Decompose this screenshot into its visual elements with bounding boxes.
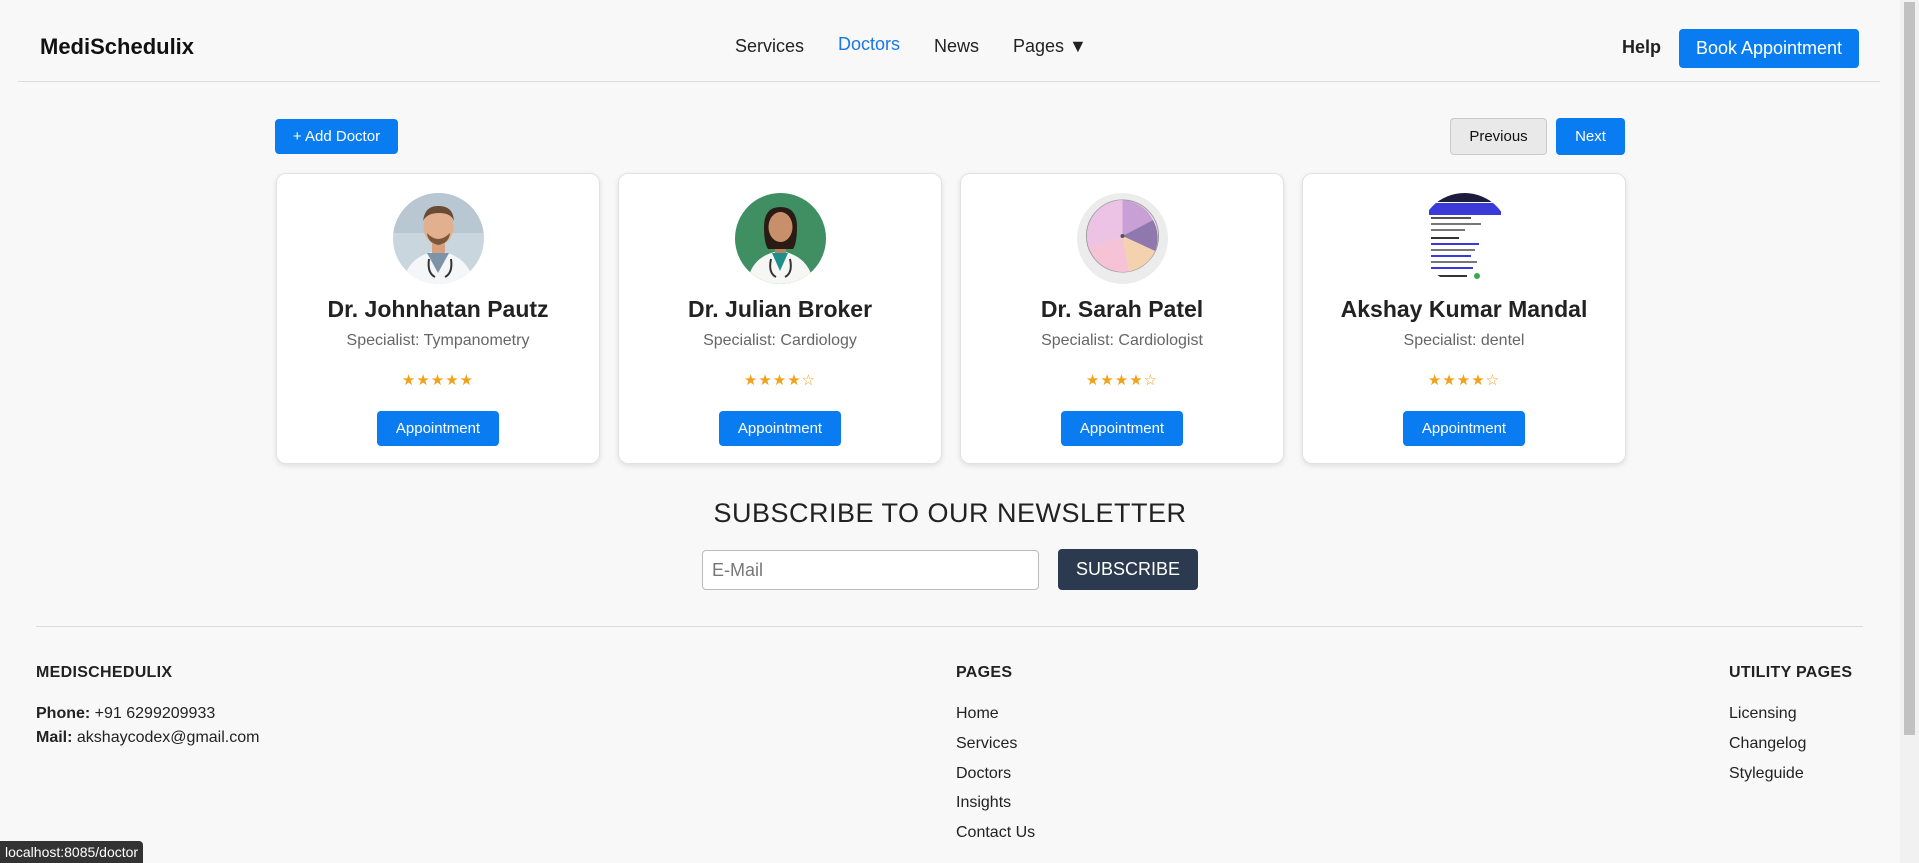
mail-address: akshaycodex@gmail.com (76, 729, 260, 746)
subscribe-button[interactable]: SUBSCRIBE (1058, 549, 1198, 590)
rating-stars: ★★★★☆ (743, 371, 817, 389)
doctor-specialty: Specialist: Cardiology (703, 332, 857, 349)
appointment-button[interactable]: Appointment (719, 411, 841, 446)
nav-news[interactable]: News (934, 36, 979, 57)
footer-link-insights[interactable]: Insights (956, 794, 1011, 812)
footer-phone: Phone: +91 6299209933 (36, 705, 215, 723)
doctor-specialty: Specialist: dentel (1403, 332, 1525, 349)
doctor-card: Dr. Julian Broker Specialist: Cardiology… (618, 173, 942, 464)
doctor-name: Dr. Julian Broker (687, 296, 873, 322)
rating-stars: ★★★★☆ (1427, 371, 1501, 389)
doctor-card: Dr. Sarah Patel Specialist: Cardiologist… (960, 173, 1284, 464)
appointment-button[interactable]: Appointment (1061, 411, 1183, 446)
scrollbar-thumb[interactable] (1904, 2, 1915, 735)
top-navbar: MediSchedulix Services Doctors News Page… (18, 0, 1880, 82)
footer-divider (36, 626, 1863, 627)
footer-mail: Mail: akshaycodex@gmail.com (36, 729, 259, 747)
appointment-button[interactable]: Appointment (1403, 411, 1525, 446)
email-input[interactable] (702, 550, 1039, 590)
doctor-photo (735, 193, 826, 284)
footer-link-licensing[interactable]: Licensing (1729, 705, 1797, 723)
nav-services[interactable]: Services (735, 36, 804, 57)
footer-link-home[interactable]: Home (956, 705, 999, 723)
doctor-name: Akshay Kumar Mandal (1340, 296, 1588, 322)
doctor-card: Dr. Johnhatan Pautz Specialist: Tympanom… (276, 173, 600, 464)
book-appointment-button[interactable]: Book Appointment (1679, 29, 1859, 68)
footer-link-changelog[interactable]: Changelog (1729, 735, 1806, 753)
rating-stars: ★★★★☆ (1085, 371, 1159, 389)
phone-label: Phone: (36, 705, 91, 722)
footer-link-styleguide[interactable]: Styleguide (1729, 765, 1804, 783)
footer-link-contact[interactable]: Contact Us (956, 824, 1035, 842)
nav-pages-dropdown[interactable]: Pages ▼ (1013, 36, 1087, 57)
footer-pages-heading: PAGES (956, 664, 1013, 681)
newsletter-title: SUBSCRIBE TO OUR NEWSLETTER (713, 498, 1187, 528)
doctor-specialty: Specialist: Tympanometry (346, 332, 530, 349)
rating-stars: ★★★★★ (401, 371, 475, 389)
footer-utility-heading: UTILITY PAGES (1729, 664, 1853, 681)
next-button[interactable]: Next (1556, 118, 1625, 155)
footer-brand-heading: MEDISCHEDULIX (36, 664, 173, 681)
previous-button[interactable]: Previous (1450, 118, 1547, 155)
mail-label: Mail: (36, 729, 73, 746)
doctor-name: Dr. Sarah Patel (1040, 296, 1204, 322)
doctor-card: Akshay Kumar Mandal Specialist: dentel ★… (1302, 173, 1626, 464)
page-scrollbar[interactable] (1900, 0, 1919, 863)
doctor-specialty: Specialist: Cardiologist (1041, 332, 1203, 349)
help-link[interactable]: Help (1622, 37, 1661, 58)
doctor-photo (393, 193, 484, 284)
add-doctor-button[interactable]: + Add Doctor (275, 119, 398, 154)
doctor-name: Dr. Johnhatan Pautz (327, 296, 549, 322)
link-status-bar: localhost:8085/doctor (0, 841, 144, 863)
phone-number: +91 6299209933 (94, 705, 216, 722)
doctor-photo (1419, 193, 1510, 284)
main-nav: Services Doctors News Pages ▼ (18, 34, 1880, 60)
appointment-button[interactable]: Appointment (377, 411, 499, 446)
doctor-photo (1077, 193, 1168, 284)
footer-link-doctors[interactable]: Doctors (956, 765, 1011, 783)
nav-doctors[interactable]: Doctors (838, 34, 900, 55)
footer-link-services[interactable]: Services (956, 735, 1017, 753)
